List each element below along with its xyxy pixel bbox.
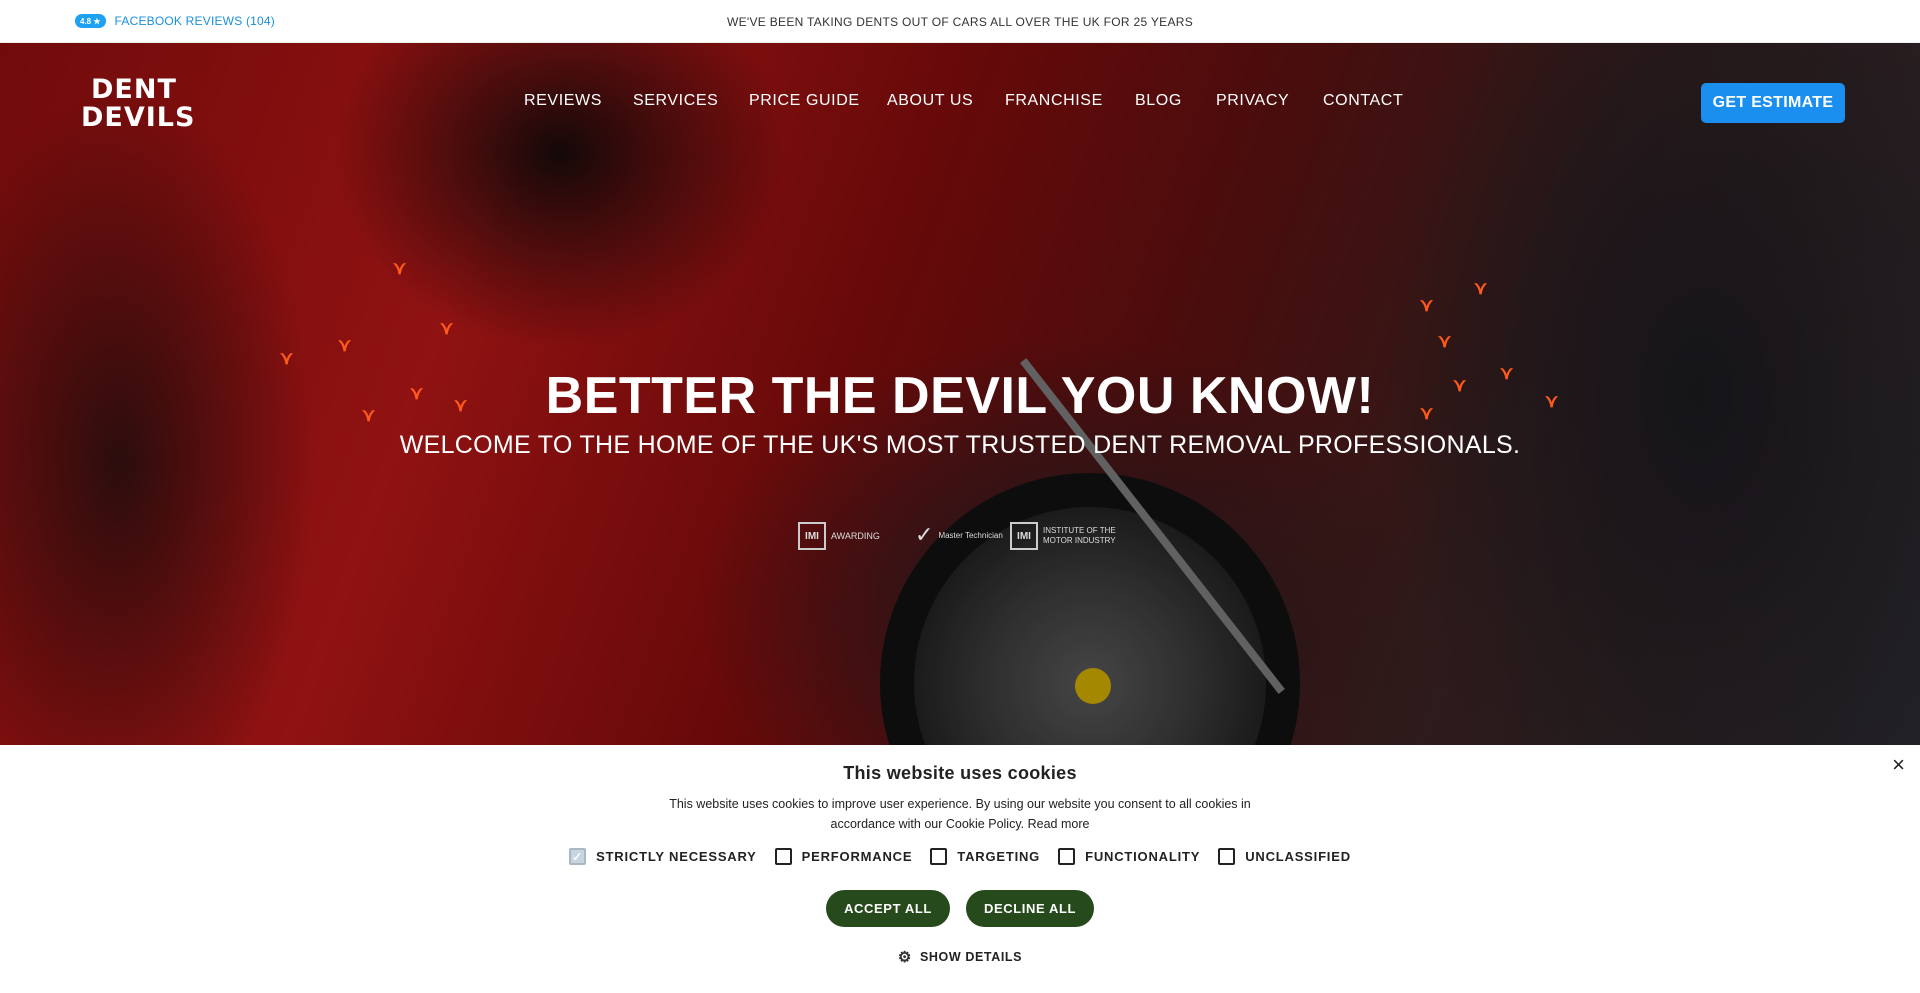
tagline: WE'VE BEEN TAKING DENTS OUT OF CARS ALL … [726,15,1194,29]
option-label: FUNCTIONALITY [1085,849,1201,864]
option-unclassified[interactable]: UNCLASSIFIED [1218,848,1351,865]
option-label: UNCLASSIFIED [1245,849,1351,864]
option-label: PERFORMANCE [801,849,913,864]
cookie-banner: × This website uses cookies This website… [0,745,1920,993]
checkmark-icon: ✓ [915,522,934,547]
cookie-options: ✓ STRICTLY NECESSARY PERFORMANCE TARGETI… [0,848,1920,865]
devil-accent-icon: ⋎ [1474,278,1488,298]
nav-about-us[interactable]: ABOUT US [887,92,973,110]
show-details-toggle[interactable]: ⚙ SHOW DETAILS [0,948,1920,966]
accept-all-button[interactable]: ACCEPT ALL [826,890,950,927]
devil-accent-icon: ⋎ [440,318,454,338]
devil-accent-icon: ⋎ [393,258,407,278]
nav-blog[interactable]: BLOG [1135,92,1182,110]
nav-franchise[interactable]: FRANCHISE [1005,92,1103,110]
option-performance[interactable]: PERFORMANCE [774,848,913,865]
checkbox-unclassified[interactable] [1218,848,1236,865]
top-bar: 4.8 ★ FACEBOOK REVIEWS (104) WE'VE BEEN … [0,0,1920,43]
checkbox-strictly-necessary[interactable]: ✓ [569,848,587,865]
cookie-title: This website uses cookies [843,763,1077,783]
badge-label: INSTITUTE OF THE MOTOR INDUSTRY [1043,526,1116,545]
read-more-link[interactable]: Read more [1028,817,1090,831]
option-functionality[interactable]: FUNCTIONALITY [1058,848,1200,865]
cookie-description: This website uses cookies to improve use… [640,794,1280,834]
gear-icon: ⚙ [897,949,912,966]
option-targeting[interactable]: TARGETING [930,848,1040,865]
cookie-buttons: ACCEPT ALL DECLINE ALL [0,890,1920,927]
nav-price-guide[interactable]: PRICE GUIDE [749,92,860,110]
option-label: STRICTLY NECESSARY [596,849,757,864]
nav-privacy[interactable]: PRIVACY [1216,92,1289,110]
master-technician-badge: ✓ Master Technician [915,522,1003,548]
imi-logo-icon: IMI [1010,522,1038,550]
nav-services[interactable]: SERVICES [633,92,718,110]
option-label: TARGETING [957,849,1041,864]
imi-institute-badge: IMI INSTITUTE OF THE MOTOR INDUSTRY [1010,522,1123,550]
accreditation-badges: IMI AWARDING ✓ Master Technician IMI INS… [0,522,1920,554]
devil-accent-icon: ⋎ [1438,331,1452,351]
option-strictly-necessary[interactable]: ✓ STRICTLY NECESSARY [569,848,757,865]
get-estimate-button[interactable]: GET ESTIMATE [1701,83,1845,123]
checkbox-performance[interactable] [774,848,792,865]
checkbox-targeting[interactable] [930,848,948,865]
badge-label: AWARDING [831,531,880,541]
devil-accent-icon: ⋎ [1420,295,1434,315]
show-details-label: SHOW DETAILS [919,950,1023,964]
hero-headline: BETTER THE DEVIL YOU KNOW! [545,367,1375,425]
main-nav: REVIEWS SERVICES PRICE GUIDE ABOUT US FR… [0,92,1920,112]
devil-accent-icon: ⋎ [338,335,352,355]
imi-logo-icon: IMI [798,522,826,550]
nav-reviews[interactable]: REVIEWS [524,92,602,110]
nav-contact[interactable]: CONTACT [1323,92,1403,110]
decline-all-button[interactable]: DECLINE ALL [966,890,1094,927]
cookie-text: This website uses cookies to improve use… [669,797,1251,831]
hero-subline: WELCOME TO THE HOME OF THE UK'S MOST TRU… [399,431,1521,459]
badge-label: Master Technician [938,530,1003,540]
imi-awarding-badge: IMI AWARDING [798,522,880,550]
checkbox-functionality[interactable] [1058,848,1076,865]
